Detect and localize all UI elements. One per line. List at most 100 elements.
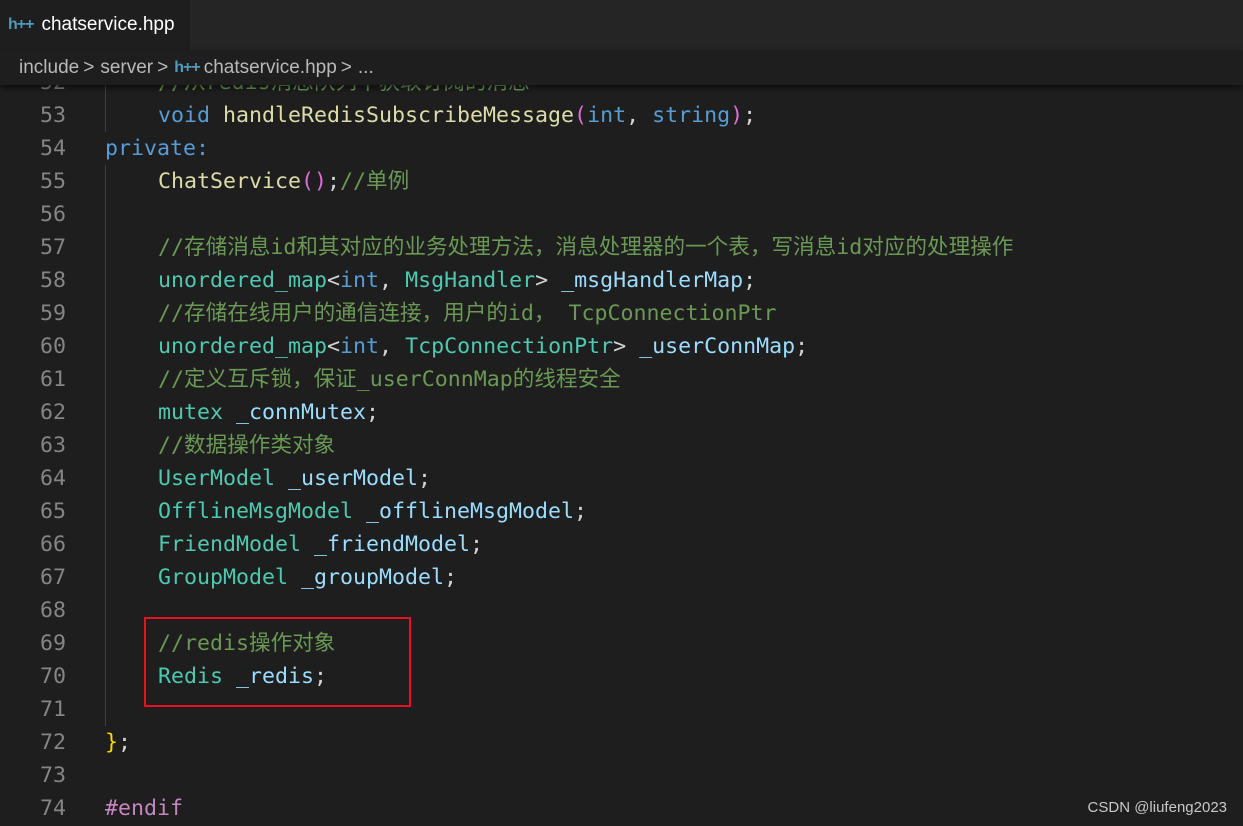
chevron-right-icon: > bbox=[83, 56, 95, 78]
code-text: //存储消息id和其对应的业务处理方法，消息处理器的一个表，写消息id对应的处理… bbox=[158, 231, 1013, 264]
code-line[interactable]: 54 private: bbox=[0, 132, 1243, 165]
code-token: int bbox=[340, 334, 380, 359]
breadcrumb-file[interactable]: chatservice.hpp bbox=[204, 57, 337, 79]
code-token: unordered_map bbox=[158, 268, 328, 293]
code-line[interactable]: 63 //数据操作类对象 bbox=[0, 429, 1243, 462]
code-text: }; bbox=[105, 726, 131, 759]
line-number: 67 bbox=[39, 565, 66, 590]
cpp-header-icon: h++ bbox=[174, 58, 200, 76]
code-token: ; bbox=[743, 268, 757, 293]
code-token: _msgHandlerMap bbox=[561, 268, 744, 293]
indent-guide bbox=[105, 660, 106, 693]
line-number: 55 bbox=[39, 169, 66, 194]
indent-guide bbox=[105, 396, 106, 429]
indent-guide bbox=[105, 165, 106, 198]
code-token: UserModel bbox=[158, 466, 276, 491]
code-line[interactable]: 55 ChatService();//单例 bbox=[0, 165, 1243, 198]
line-number: 66 bbox=[39, 532, 66, 557]
code-line[interactable]: 66 FriendModel _friendModel; bbox=[0, 528, 1243, 561]
code-editor[interactable]: 52//从redis消息队列中获取订阅的消息53void handleRedis… bbox=[0, 66, 1243, 825]
code-line[interactable]: 74 #endif bbox=[0, 792, 1243, 825]
indent-guide bbox=[105, 627, 106, 660]
indent-guide bbox=[105, 231, 106, 264]
indent-guide bbox=[105, 363, 106, 396]
code-line[interactable]: 60 unordered_map<int, TcpConnectionPtr> _… bbox=[0, 330, 1243, 363]
code-text: mutex _connMutex; bbox=[158, 396, 379, 429]
code-line[interactable]: 72}; bbox=[0, 726, 1243, 759]
code-text: //定义互斥锁，保证_userConnMap的线程安全 bbox=[158, 363, 621, 396]
breadcrumb-server[interactable]: server bbox=[100, 57, 153, 79]
code-token: ; bbox=[327, 169, 341, 194]
line-number: 56 bbox=[39, 202, 66, 227]
code-text: #endif bbox=[105, 792, 183, 825]
indent-guide bbox=[105, 99, 106, 132]
code-token: handleRedisSubscribeMessage bbox=[223, 103, 575, 128]
code-line[interactable]: 59 //存储在线用户的通信连接，用户的id， TcpConnectionPtr bbox=[0, 297, 1243, 330]
code-token: _userModel bbox=[288, 466, 419, 491]
code-line[interactable]: 67 GroupModel _groupModel; bbox=[0, 561, 1243, 594]
code-line[interactable]: 73 bbox=[0, 759, 1243, 792]
indent-guide bbox=[105, 561, 106, 594]
code-text: UserModel _userModel; bbox=[158, 462, 431, 495]
line-number: 73 bbox=[39, 763, 66, 788]
code-line[interactable]: 53 void handleRedisSubscribeMessage(int, … bbox=[0, 99, 1243, 132]
tab-chatservice-hpp[interactable]: h++ chatservice.hpp bbox=[0, 0, 190, 50]
code-token: #endif bbox=[105, 796, 184, 821]
code-text: ChatService();//单例 bbox=[158, 165, 409, 198]
code-text: OfflineMsgModel _offlineMsgModel; bbox=[158, 495, 587, 528]
indent-guide bbox=[105, 693, 106, 726]
chevron-right-icon: > bbox=[340, 56, 352, 78]
line-number: 61 bbox=[39, 367, 66, 392]
code-line[interactable]: 57 //存储消息id和其对应的业务处理方法，消息处理器的一个表，写消息id对应的… bbox=[0, 231, 1243, 264]
indent-guide bbox=[105, 462, 106, 495]
code-text: unordered_map<int, TcpConnectionPtr> _us… bbox=[158, 330, 808, 363]
code-token: > bbox=[535, 268, 562, 293]
code-token: ChatService bbox=[158, 169, 302, 194]
code-line[interactable]: 56 bbox=[0, 198, 1243, 231]
cpp-header-icon: h++ bbox=[8, 16, 34, 33]
indent-guide bbox=[105, 297, 106, 330]
code-line[interactable]: 61 //定义互斥锁，保证_userConnMap的线程安全 bbox=[0, 363, 1243, 396]
indent-guide bbox=[105, 330, 106, 363]
code-token: , bbox=[626, 103, 653, 128]
code-token: ; bbox=[444, 565, 458, 590]
code-line[interactable]: 62 mutex _connMutex; bbox=[0, 396, 1243, 429]
code-line[interactable]: 65 OfflineMsgModel _offlineMsgModel; bbox=[0, 495, 1243, 528]
code-token: ; bbox=[366, 400, 380, 425]
code-token: , bbox=[379, 268, 406, 293]
line-number: 64 bbox=[39, 466, 66, 491]
code-token: () bbox=[301, 169, 328, 194]
line-number: 54 bbox=[39, 136, 66, 161]
code-token: GroupModel bbox=[158, 565, 289, 590]
code-token: TcpConnectionPtr bbox=[405, 334, 614, 359]
code-token: ; bbox=[574, 499, 588, 524]
code-token: MsgHandler bbox=[405, 268, 536, 293]
line-number: 65 bbox=[39, 499, 66, 524]
code-token: //单例 bbox=[340, 169, 410, 194]
code-line[interactable]: 64 UserModel _userModel; bbox=[0, 462, 1243, 495]
indent-guide bbox=[105, 594, 106, 627]
code-text: //数据操作类对象 bbox=[158, 429, 335, 462]
code-token: < bbox=[327, 268, 341, 293]
watermark: CSDN @liufeng2023 bbox=[1087, 799, 1227, 816]
code-token: void bbox=[158, 103, 211, 128]
breadcrumb-include[interactable]: include bbox=[19, 57, 79, 79]
line-number: 62 bbox=[39, 400, 66, 425]
code-text: GroupModel _groupModel; bbox=[158, 561, 457, 594]
code-token: ; bbox=[743, 103, 757, 128]
breadcrumb-symbols[interactable]: ... bbox=[358, 57, 374, 79]
code-token: //存储在线用户的通信连接，用户的id， TcpConnectionPtr bbox=[158, 301, 777, 326]
code-token: _userConnMap bbox=[639, 334, 796, 359]
indent-guide bbox=[105, 264, 106, 297]
code-token: string bbox=[652, 103, 731, 128]
line-number: 63 bbox=[39, 433, 66, 458]
line-number: 68 bbox=[39, 598, 66, 623]
code-token: //数据操作类对象 bbox=[158, 433, 336, 458]
code-line[interactable]: 58 unordered_map<int, MsgHandler> _msgHan… bbox=[0, 264, 1243, 297]
indent-guide bbox=[105, 528, 106, 561]
code-text: //存储在线用户的通信连接，用户的id， TcpConnectionPtr bbox=[158, 297, 777, 330]
